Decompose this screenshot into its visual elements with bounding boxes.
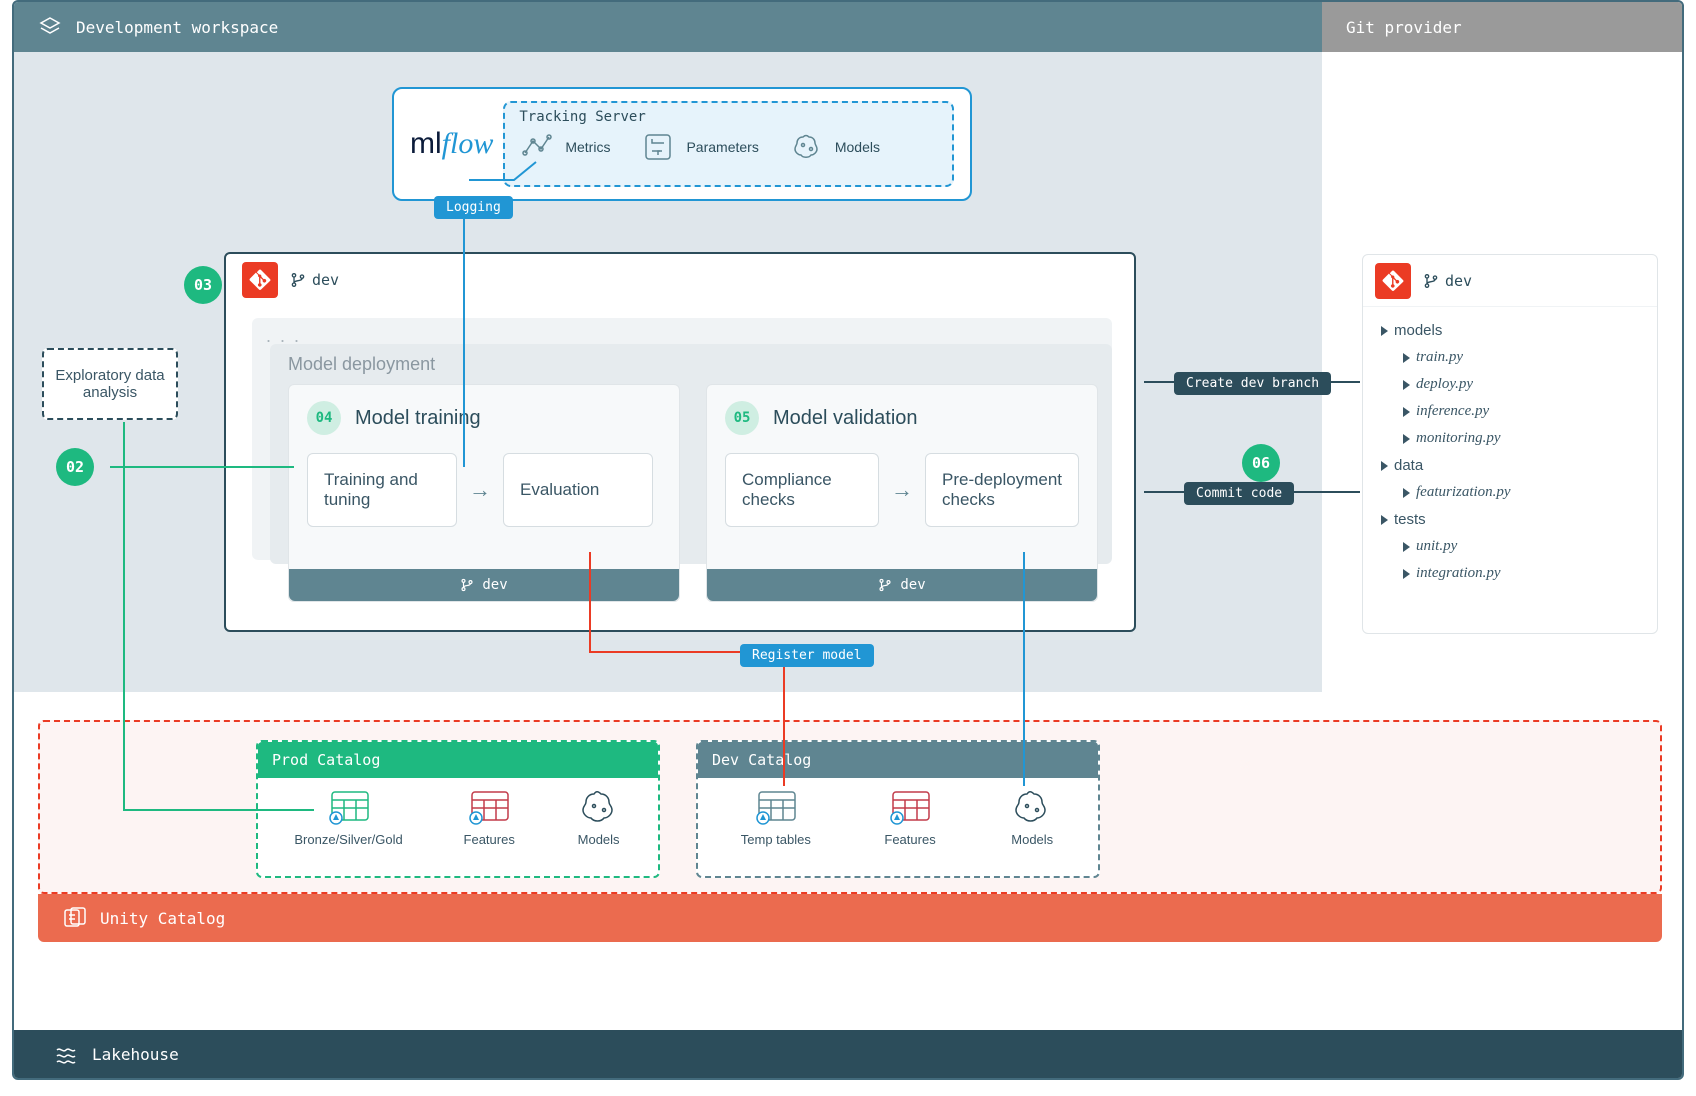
file-featurization: featurization.py [1381,479,1639,506]
step-02: 02 [56,448,94,486]
file-monitoring: monitoring.py [1381,425,1639,452]
parameters-item: Parameters [640,129,758,165]
eda-box: Exploratory data analysis [42,348,178,420]
repo-tree: models train.py deploy.py inference.py m… [1363,307,1657,597]
dev-temp-tables: Temp tables [741,788,811,847]
repo-branch: dev [1423,272,1472,290]
arrow-icon: → [469,477,491,503]
catalog-zone: 01 Prod Catalog Bronze/Silver/Gold Featu… [14,692,1682,1034]
table-icon [466,788,512,826]
folder-tests: tests [1381,506,1639,533]
branch-icon [460,578,474,592]
model-deployment-label: Model deployment [288,354,435,375]
dev-models: Models [1009,788,1055,847]
prod-catalog-title: Prod Catalog [258,742,658,778]
model-training-card: 04 Model training Training and tuning → … [288,384,680,602]
mlflow-logo: mlflow [410,127,493,161]
tracking-server-box: Tracking Server Metrics Parameters Model… [503,101,954,187]
logging-label: Logging [434,196,513,219]
evaluation-box: Evaluation [503,453,653,527]
git-provider-body: dev models train.py deploy.py inference.… [1322,52,1684,692]
branch-icon [1423,273,1439,289]
file-train: train.py [1381,344,1639,371]
commit-code-label: Commit code [1184,482,1294,505]
step-05: 05 [725,401,759,435]
dev-workspace-title: Development workspace [76,18,278,37]
step-06: 06 [1242,444,1280,482]
brain-icon [576,788,622,826]
git-provider-header: Git provider [1322,2,1684,52]
branch-icon [878,578,892,592]
file-unit: unit.py [1381,533,1639,560]
dev-catalog: Dev Catalog Temp tables Features Models [696,740,1100,878]
parameters-icon [640,129,676,165]
prod-models: Models [576,788,622,847]
catalog-icon [62,906,86,930]
register-model-label: Register model [740,644,874,667]
table-icon [326,788,372,826]
git-icon [1375,263,1411,299]
branch-icon [290,272,306,288]
mlflow-box: mlflow Tracking Server Metrics Parameter… [392,87,972,201]
step-04: 04 [307,401,341,435]
dev-catalog-title: Dev Catalog [698,742,1098,778]
prod-tables: Bronze/Silver/Gold [294,788,402,847]
ide-branch: dev [290,271,339,289]
git-provider-title: Git provider [1346,18,1462,37]
step-03: 03 [184,266,222,304]
unity-catalog-bar: Unity Catalog [38,894,1662,942]
prod-catalog: Prod Catalog Bronze/Silver/Gold Features… [256,740,660,878]
prod-features: Features [464,788,515,847]
arrow-icon: → [891,477,913,503]
table-icon [887,788,933,826]
predeploy-checks-box: Pre-deployment checks [925,453,1079,527]
lakehouse-icon [54,1042,78,1066]
file-deploy: deploy.py [1381,371,1639,398]
create-branch-label: Create dev branch [1174,372,1331,395]
dev-features: Features [884,788,935,847]
lakehouse-bar: Lakehouse [14,1030,1682,1078]
folder-data: data [1381,452,1639,479]
diagram-frame: Development workspace Git provider mlflo… [12,0,1684,1080]
table-icon [753,788,799,826]
compliance-checks-box: Compliance checks [725,453,879,527]
ide-box: dev . . . Model deployment 04 Model trai… [224,252,1136,632]
dev-workspace-header: Development workspace [14,2,1322,52]
models-item: Models [789,129,880,165]
file-inference: inference.py [1381,398,1639,425]
layers-icon [38,15,62,39]
folder-models: models [1381,317,1639,344]
training-tuning-box: Training and tuning [307,453,457,527]
brain-icon [789,129,825,165]
git-icon [242,262,278,298]
model-validation-card: 05 Model validation Compliance checks → … [706,384,1098,602]
tracking-title: Tracking Server [519,109,938,125]
metrics-icon [519,129,555,165]
brain-icon [1009,788,1055,826]
dev-workspace-body: mlflow Tracking Server Metrics Parameter… [14,52,1322,692]
repo-panel: dev models train.py deploy.py inference.… [1362,254,1658,634]
file-integration: integration.py [1381,560,1639,587]
metrics-item: Metrics [519,129,610,165]
